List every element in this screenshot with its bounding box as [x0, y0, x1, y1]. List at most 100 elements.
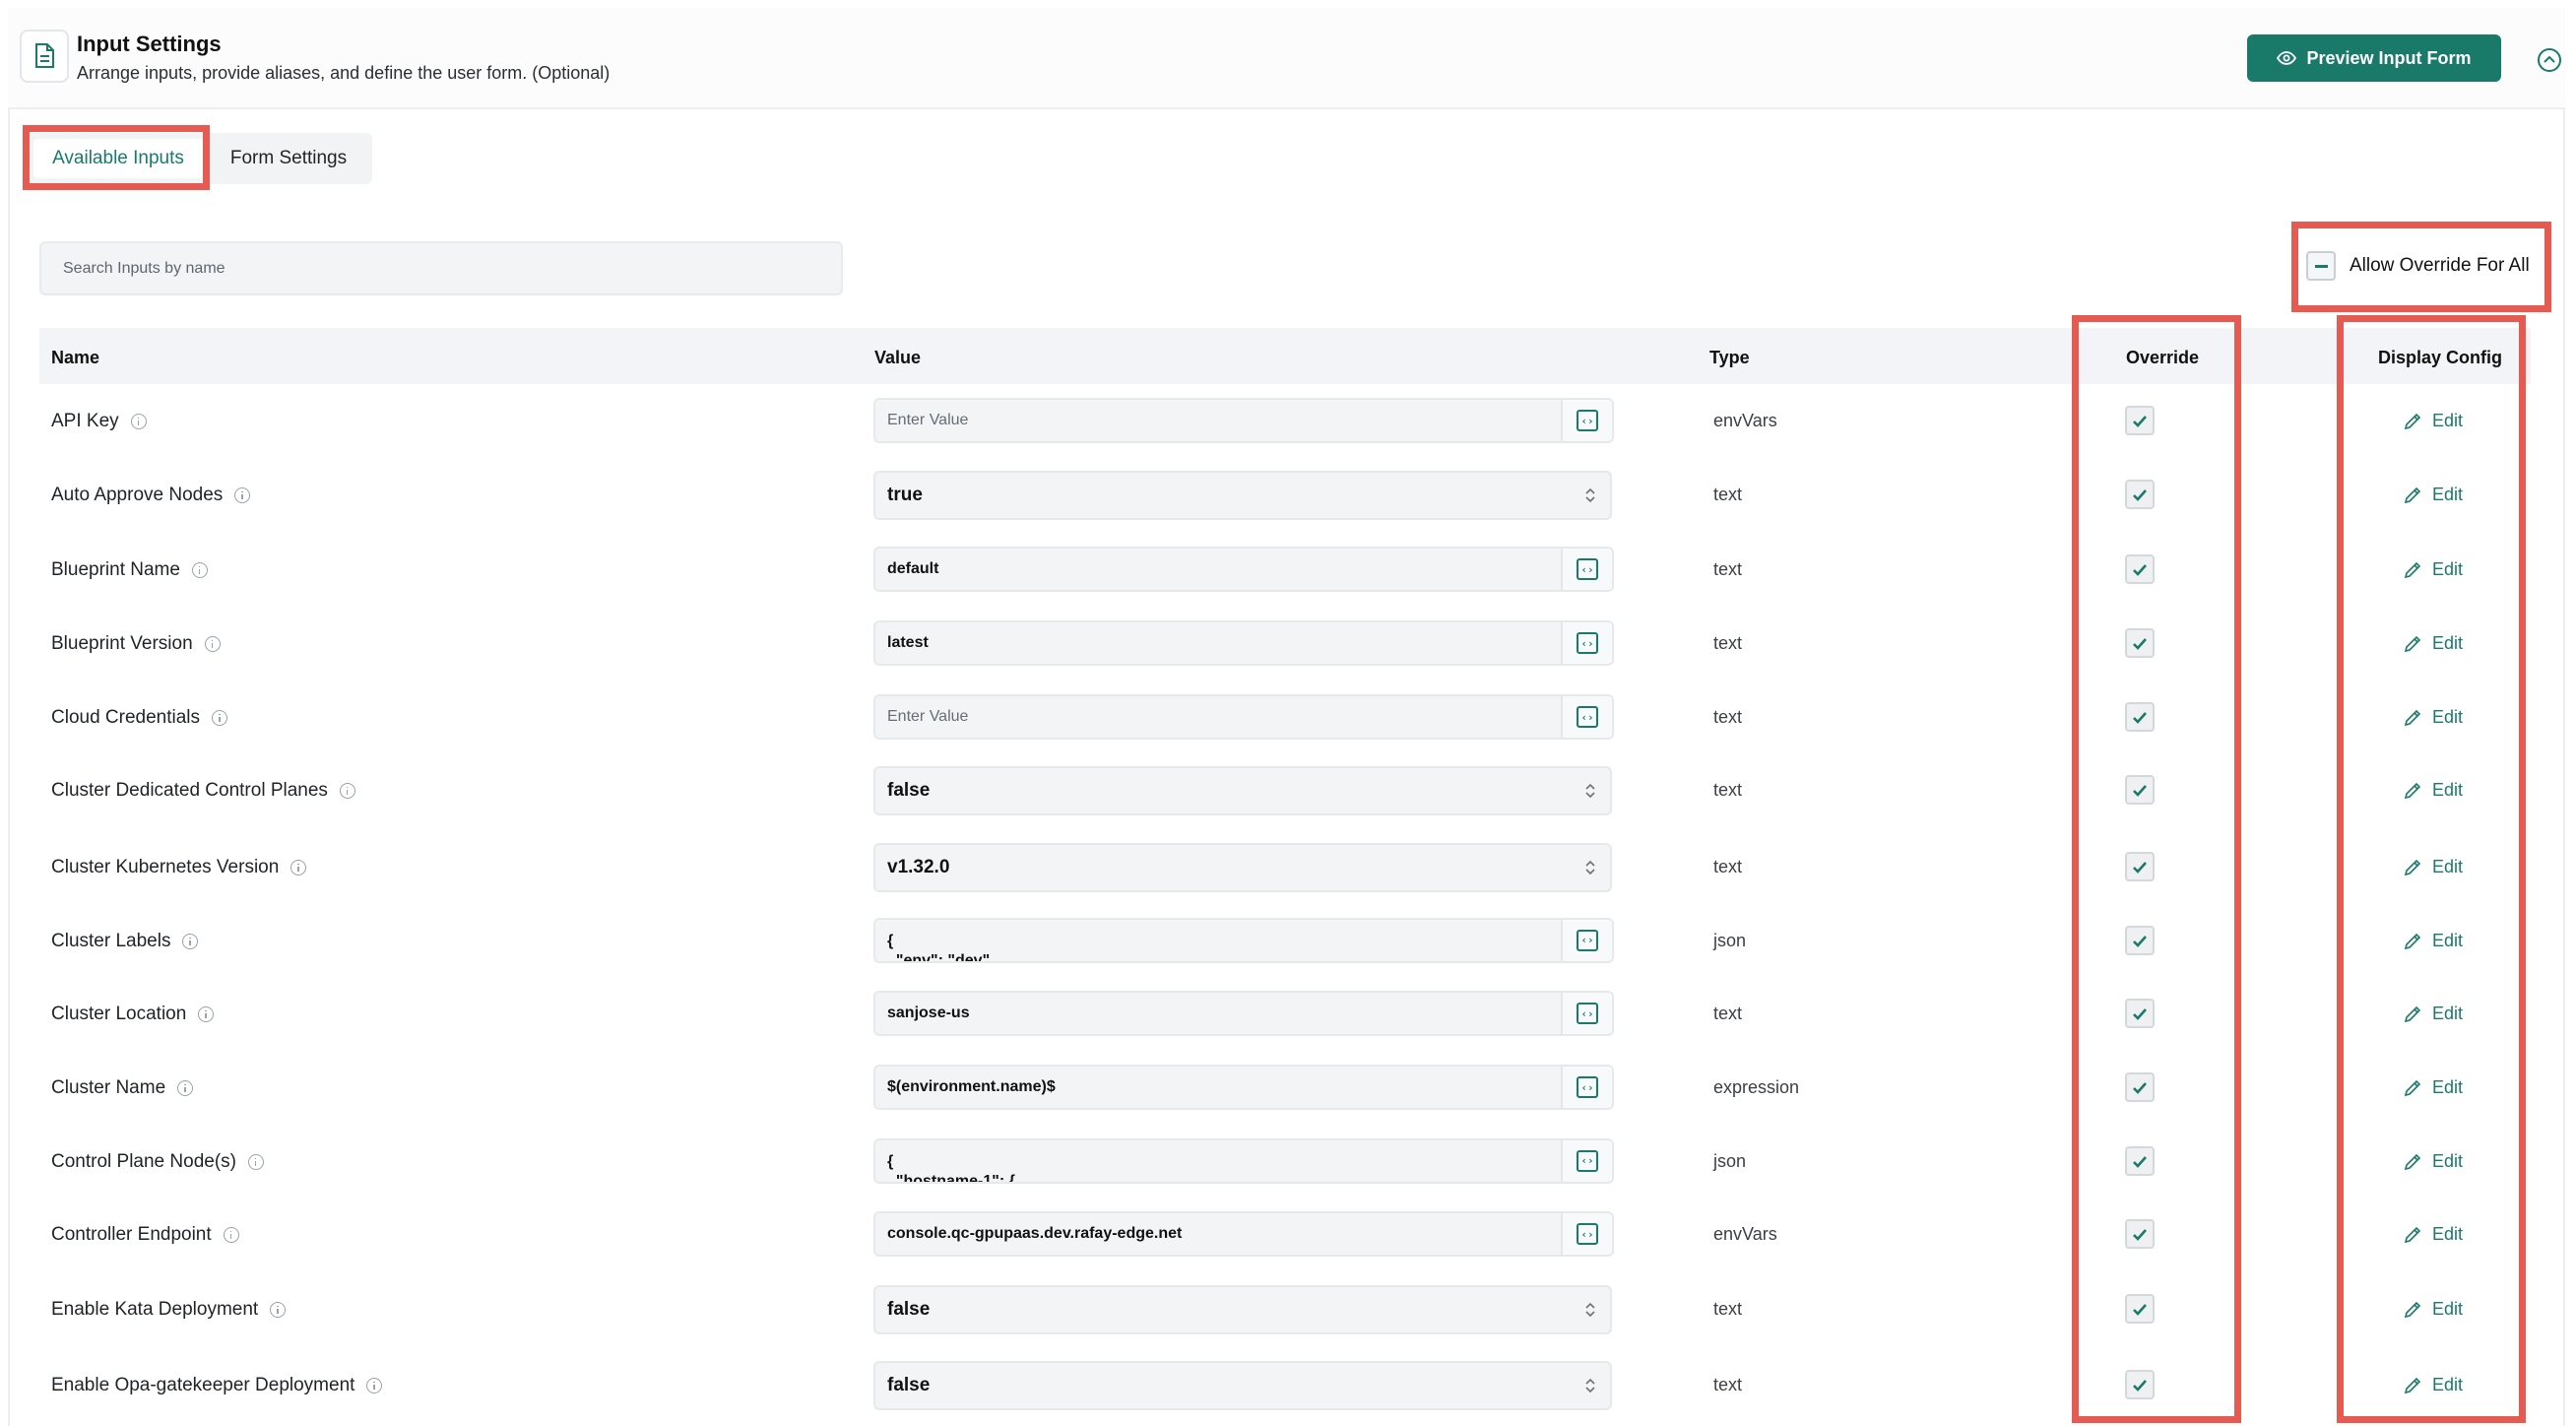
value-input[interactable]: latest ‹› — [873, 620, 1614, 666]
value-input[interactable]: Enter Value ‹› — [873, 398, 1614, 443]
override-checkbox[interactable] — [2125, 1146, 2155, 1176]
input-name-label: Enable Opa-gatekeeper Deployment — [51, 1374, 355, 1395]
code-editor-button[interactable]: ‹› — [1561, 696, 1612, 738]
pencil-icon — [2404, 1153, 2421, 1170]
input-type: expression — [1713, 1077, 1800, 1097]
pencil-icon — [2404, 709, 2421, 726]
info-icon[interactable] — [198, 1005, 215, 1022]
override-checkbox[interactable] — [2125, 480, 2155, 509]
code-editor-button[interactable]: ‹› — [1561, 1067, 1612, 1108]
info-icon[interactable] — [212, 709, 228, 726]
code-editor-button[interactable]: ‹› — [1561, 549, 1612, 590]
allow-override-all-label: Allow Override For All — [2350, 255, 2530, 276]
code-editor-button[interactable]: ‹› — [1561, 400, 1612, 441]
edit-display-config-link[interactable]: Edit — [2403, 533, 2463, 607]
input-name: Blueprint Name — [51, 533, 208, 607]
value-input[interactable]: { "hostname-1": {‹› — [873, 1138, 1614, 1184]
override-checkbox[interactable] — [2125, 554, 2155, 584]
value-select[interactable]: false — [873, 1361, 1612, 1410]
pencil-icon — [2404, 782, 2421, 799]
override-checkbox[interactable] — [2125, 702, 2155, 732]
value-input[interactable]: sanjose-us ‹› — [873, 991, 1614, 1036]
code-editor-button[interactable]: ‹› — [1561, 1213, 1612, 1255]
override-checkbox[interactable] — [2125, 852, 2155, 881]
value-input-placeholder: Enter Value — [887, 412, 969, 428]
info-icon[interactable] — [223, 1226, 239, 1243]
chevron-up-circle-icon[interactable] — [2537, 47, 2562, 73]
override-checkbox[interactable] — [2125, 1219, 2155, 1249]
edit-display-config-link[interactable]: Edit — [2403, 830, 2463, 904]
tab-available-inputs[interactable]: Available Inputs — [33, 139, 203, 178]
preview-input-form-button[interactable]: Preview Input Form — [2247, 34, 2501, 82]
override-checkbox[interactable] — [2125, 1294, 2155, 1324]
info-icon[interactable] — [339, 782, 355, 799]
value-select-text: false — [887, 1299, 931, 1320]
edit-display-config-link[interactable]: Edit — [2403, 607, 2463, 681]
value-select[interactable]: v1.32.0 — [873, 843, 1612, 892]
value-select[interactable]: false — [873, 1285, 1612, 1334]
override-checkbox[interactable] — [2125, 926, 2155, 955]
value-input[interactable]: { "env": "dev" ‹› — [873, 918, 1614, 963]
edit-display-config-link[interactable]: Edit — [2403, 904, 2463, 978]
edit-display-config-link[interactable]: Edit — [2403, 1348, 2463, 1422]
info-icon[interactable] — [204, 635, 221, 652]
value-input-text: sanjose-us — [887, 1005, 970, 1021]
value-select-text: v1.32.0 — [887, 857, 950, 877]
code-editor-button[interactable]: ‹› — [1561, 920, 1612, 961]
input-name-label: Blueprint Version — [51, 632, 193, 654]
value-select[interactable]: true — [873, 471, 1612, 520]
code-icon: ‹› — [1577, 1223, 1598, 1245]
input-name-label: Cluster Kubernetes Version — [51, 856, 280, 877]
edit-display-config-link[interactable]: Edit — [2403, 1272, 2463, 1346]
input-name-label: Blueprint Name — [51, 558, 180, 580]
chevron-up-down-icon — [1585, 1302, 1595, 1318]
value-select[interactable]: false — [873, 766, 1612, 815]
override-checkbox[interactable] — [2125, 406, 2155, 435]
info-icon[interactable] — [290, 859, 307, 875]
value-input[interactable]: console.qc-gpupaas.dev.rafay-edge.net ‹› — [873, 1211, 1614, 1257]
edit-display-config-link[interactable]: Edit — [2403, 458, 2463, 532]
indeterminate-checkbox[interactable] — [2306, 251, 2336, 281]
info-icon[interactable] — [366, 1377, 383, 1394]
edit-display-config-link[interactable]: Edit — [2403, 384, 2463, 458]
allow-override-all-toggle[interactable]: Allow Override For All — [2294, 236, 2536, 295]
value-input[interactable]: $(environment.name)$ ‹› — [873, 1065, 1614, 1110]
pencil-icon — [2404, 486, 2421, 503]
value-input[interactable]: default ‹› — [873, 547, 1614, 592]
override-checkbox[interactable] — [2125, 1370, 2155, 1399]
info-icon[interactable] — [191, 561, 208, 578]
check-icon — [2133, 1228, 2147, 1241]
eye-icon — [2277, 51, 2297, 65]
edit-display-config-link[interactable]: Edit — [2403, 1125, 2463, 1199]
info-icon[interactable] — [270, 1301, 287, 1318]
pencil-icon — [2404, 1301, 2421, 1318]
override-checkbox[interactable] — [2125, 999, 2155, 1028]
value-select-text: false — [887, 1375, 931, 1395]
edit-display-config-link[interactable]: Edit — [2403, 1051, 2463, 1125]
input-name-label: Controller Endpoint — [51, 1223, 212, 1245]
info-icon[interactable] — [234, 486, 251, 503]
code-editor-button[interactable]: ‹› — [1561, 622, 1612, 664]
override-checkbox[interactable] — [2125, 1072, 2155, 1102]
table-row: Controller Endpoint console.qc-gpupaas.de… — [39, 1198, 2531, 1271]
edit-display-config-link[interactable]: Edit — [2403, 681, 2463, 754]
info-icon[interactable] — [247, 1153, 264, 1170]
code-editor-button[interactable]: ‹› — [1561, 993, 1612, 1034]
info-icon[interactable] — [177, 1079, 194, 1096]
edit-display-config-link[interactable]: Edit — [2403, 977, 2463, 1051]
section-subtitle: Arrange inputs, provide aliases, and def… — [77, 63, 611, 83]
override-checkbox[interactable] — [2125, 628, 2155, 658]
info-icon[interactable] — [130, 413, 147, 429]
input-name-label: Cluster Name — [51, 1076, 166, 1098]
input-name-label: Enable Kata Deployment — [51, 1298, 259, 1320]
edit-label: Edit — [2432, 857, 2464, 876]
edit-display-config-link[interactable]: Edit — [2403, 753, 2463, 827]
tab-form-settings[interactable]: Form Settings — [215, 139, 362, 178]
value-input[interactable]: Enter Value ‹› — [873, 694, 1614, 740]
override-checkbox[interactable] — [2125, 775, 2155, 805]
edit-display-config-link[interactable]: Edit — [2403, 1198, 2463, 1271]
code-editor-button[interactable]: ‹› — [1561, 1140, 1612, 1182]
info-icon[interactable] — [182, 933, 199, 949]
search-input[interactable]: Search Inputs by name — [39, 241, 843, 295]
value-input-text: $(environment.name)$ — [887, 1078, 1056, 1095]
